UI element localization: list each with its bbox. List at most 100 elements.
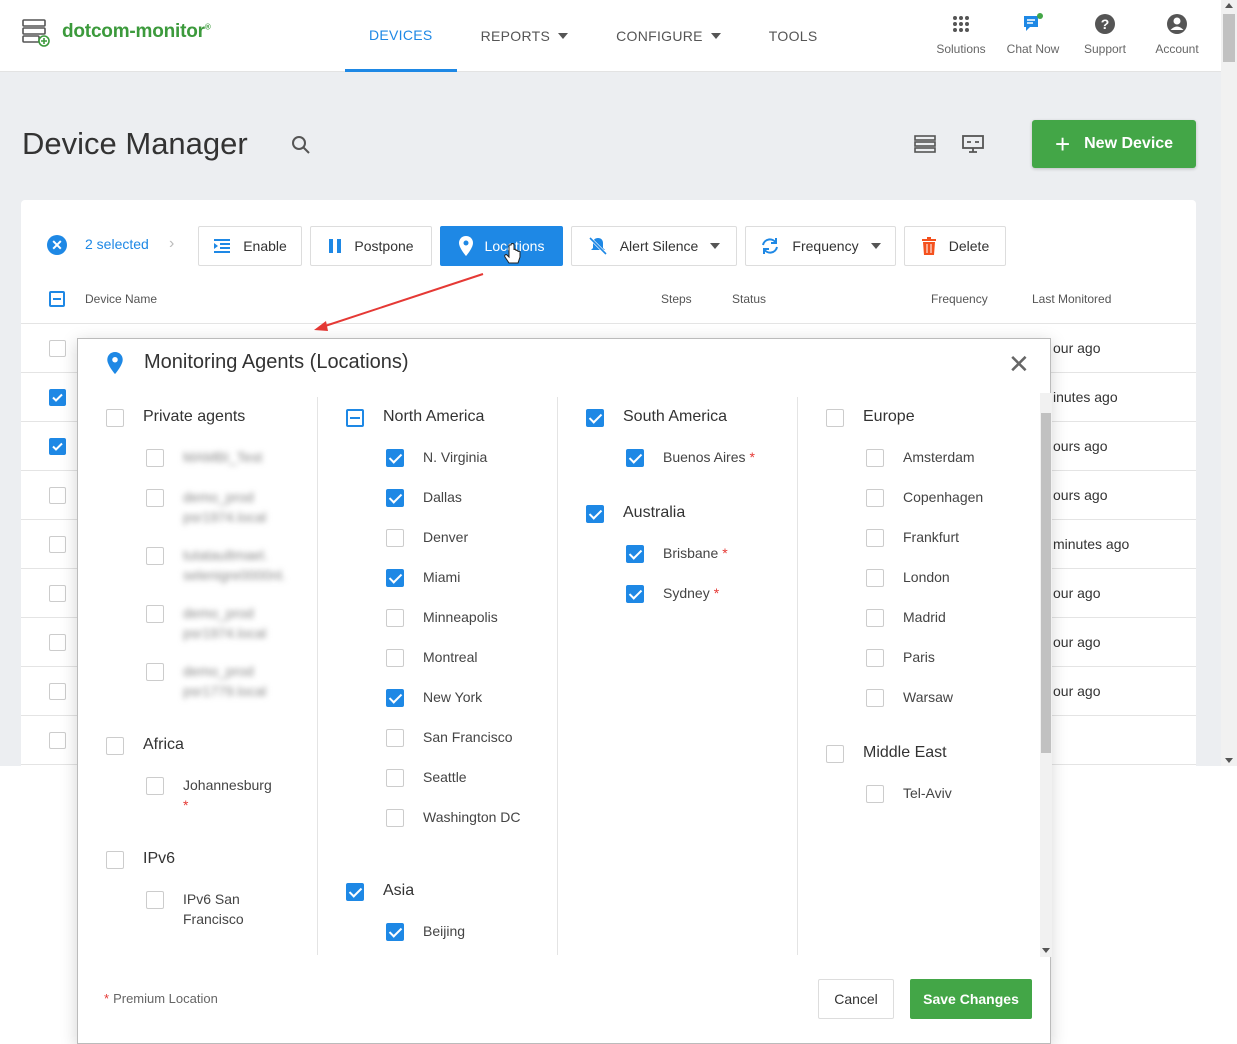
row-checkbox[interactable] — [49, 487, 66, 504]
row-checkbox[interactable] — [49, 683, 66, 700]
location-checkbox[interactable] — [866, 649, 884, 667]
location-checkbox[interactable] — [866, 569, 884, 587]
location-checkbox[interactable] — [386, 449, 404, 467]
locations-dialog: Monitoring Agents (Locations) ✕ Private … — [77, 338, 1052, 1044]
locations-button[interactable]: Locations — [440, 226, 563, 266]
nav-tools[interactable]: TOOLS — [745, 0, 842, 72]
caret-down-icon — [710, 33, 721, 39]
save-changes-button[interactable]: Save Changes — [910, 979, 1032, 1019]
group-checkbox-africa[interactable] — [106, 737, 124, 755]
group-checkbox-private[interactable] — [106, 409, 124, 427]
location-checkbox[interactable] — [386, 689, 404, 707]
row-checkbox[interactable] — [49, 634, 66, 651]
location-checkbox-sydney[interactable] — [626, 585, 644, 603]
view-switcher — [913, 134, 985, 159]
nav-devices[interactable]: DEVICES — [345, 0, 457, 72]
location-label-brisbane: Brisbane * — [663, 545, 728, 561]
support-button[interactable]: ? Support — [1069, 12, 1141, 56]
dialog-scrollbar[interactable] — [1040, 393, 1052, 957]
location-label: Minneapolis — [423, 609, 498, 625]
location-checkbox[interactable] — [386, 609, 404, 627]
location-checkbox[interactable] — [386, 729, 404, 747]
header-actions: Solutions Chat Now ? Support Account — [925, 12, 1213, 56]
group-checkbox-south-america[interactable] — [586, 409, 604, 427]
location-checkbox[interactable] — [386, 529, 404, 547]
alert-silence-button[interactable]: Alert Silence — [571, 226, 737, 266]
postpone-button[interactable]: Postpone — [310, 226, 432, 266]
row-checkbox[interactable] — [49, 585, 66, 602]
select-all-checkbox[interactable] — [49, 291, 65, 307]
delete-button[interactable]: Delete — [904, 226, 1006, 266]
location-checkbox[interactable] — [386, 809, 404, 827]
scrollbar-thumb[interactable] — [1223, 14, 1235, 62]
col-last-monitored[interactable]: Last Monitored — [1032, 292, 1111, 306]
scroll-down-icon[interactable] — [1042, 948, 1050, 953]
location-checkbox-beijing[interactable] — [386, 923, 404, 941]
location-checkbox-buenos-aires[interactable] — [626, 449, 644, 467]
row-checkbox[interactable] — [49, 438, 66, 455]
search-icon[interactable] — [290, 134, 312, 161]
frequency-button[interactable]: Frequency — [745, 226, 896, 266]
row-checkbox[interactable] — [49, 340, 66, 357]
scroll-up-icon[interactable] — [1225, 3, 1233, 8]
location-checkbox-ipv6-sf[interactable] — [146, 891, 164, 909]
list-view-icon[interactable] — [913, 134, 937, 159]
location-checkbox[interactable] — [866, 689, 884, 707]
group-checkbox-middle-east[interactable] — [826, 745, 844, 763]
col-frequency[interactable]: Frequency — [931, 292, 988, 306]
location-checkbox[interactable] — [866, 489, 884, 507]
location-checkbox[interactable] — [386, 649, 404, 667]
row-checkbox[interactable] — [49, 732, 66, 749]
group-checkbox-europe[interactable] — [826, 409, 844, 427]
private-agent-label: demo_prod psr1974.local — [183, 489, 267, 525]
monitor-view-icon[interactable] — [961, 134, 985, 159]
group-checkbox-ipv6[interactable] — [106, 851, 124, 869]
close-icon[interactable]: ✕ — [1008, 351, 1030, 377]
location-checkbox[interactable] — [146, 489, 164, 507]
location-checkbox[interactable] — [146, 547, 164, 565]
location-label: New York — [423, 689, 483, 705]
dialog-scrollbar-thumb[interactable] — [1041, 413, 1051, 753]
nav-reports[interactable]: REPORTS — [457, 0, 593, 72]
main-nav: DEVICES REPORTS CONFIGURE TOOLS — [345, 0, 842, 72]
location-checkbox[interactable] — [386, 569, 404, 587]
location-checkbox[interactable] — [866, 449, 884, 467]
location-checkbox[interactable] — [866, 529, 884, 547]
location-checkbox[interactable] — [386, 769, 404, 787]
last-monitored-cell: our ago — [1053, 340, 1101, 356]
col-steps[interactable]: Steps — [661, 292, 692, 306]
location-checkbox[interactable] — [866, 609, 884, 627]
new-device-button[interactable]: + New Device — [1032, 120, 1196, 168]
location-checkbox-brisbane[interactable] — [626, 545, 644, 563]
selected-count[interactable]: 2 selected — [85, 236, 149, 252]
brand-logo[interactable]: dotcom-monitor® — [20, 16, 211, 48]
solutions-button[interactable]: Solutions — [925, 12, 997, 56]
group-checkbox-north-america[interactable] — [346, 409, 364, 427]
row-checkbox[interactable] — [49, 536, 66, 553]
group-checkbox-australia[interactable] — [586, 505, 604, 523]
location-checkbox[interactable] — [146, 449, 164, 467]
premium-star: * — [722, 545, 728, 561]
col-device-name[interactable]: Device Name — [85, 292, 157, 306]
account-label: Account — [1155, 42, 1199, 56]
nav-configure[interactable]: CONFIGURE — [592, 0, 745, 72]
enable-button[interactable]: Enable — [198, 226, 302, 266]
group-checkbox-asia[interactable] — [346, 883, 364, 901]
group-label-europe: Europe — [863, 408, 915, 425]
chat-now-button[interactable]: Chat Now — [997, 12, 1069, 56]
premium-location-note: * Premium Location — [104, 991, 218, 1006]
group-label-ipv6: IPv6 — [143, 850, 176, 867]
cancel-button[interactable]: Cancel — [818, 979, 894, 1019]
scroll-down-icon[interactable] — [1225, 758, 1233, 763]
enable-icon — [214, 239, 231, 253]
clear-selection-icon[interactable]: ✕ — [47, 235, 67, 255]
row-checkbox[interactable] — [49, 389, 66, 406]
account-button[interactable]: Account — [1141, 12, 1213, 56]
location-checkbox-johannesburg[interactable] — [146, 777, 164, 795]
location-checkbox[interactable] — [386, 489, 404, 507]
location-checkbox[interactable] — [146, 663, 164, 681]
location-checkbox[interactable] — [146, 605, 164, 623]
page-scrollbar[interactable] — [1221, 0, 1237, 766]
col-status[interactable]: Status — [732, 292, 766, 306]
location-checkbox-tel-aviv[interactable] — [866, 785, 884, 803]
